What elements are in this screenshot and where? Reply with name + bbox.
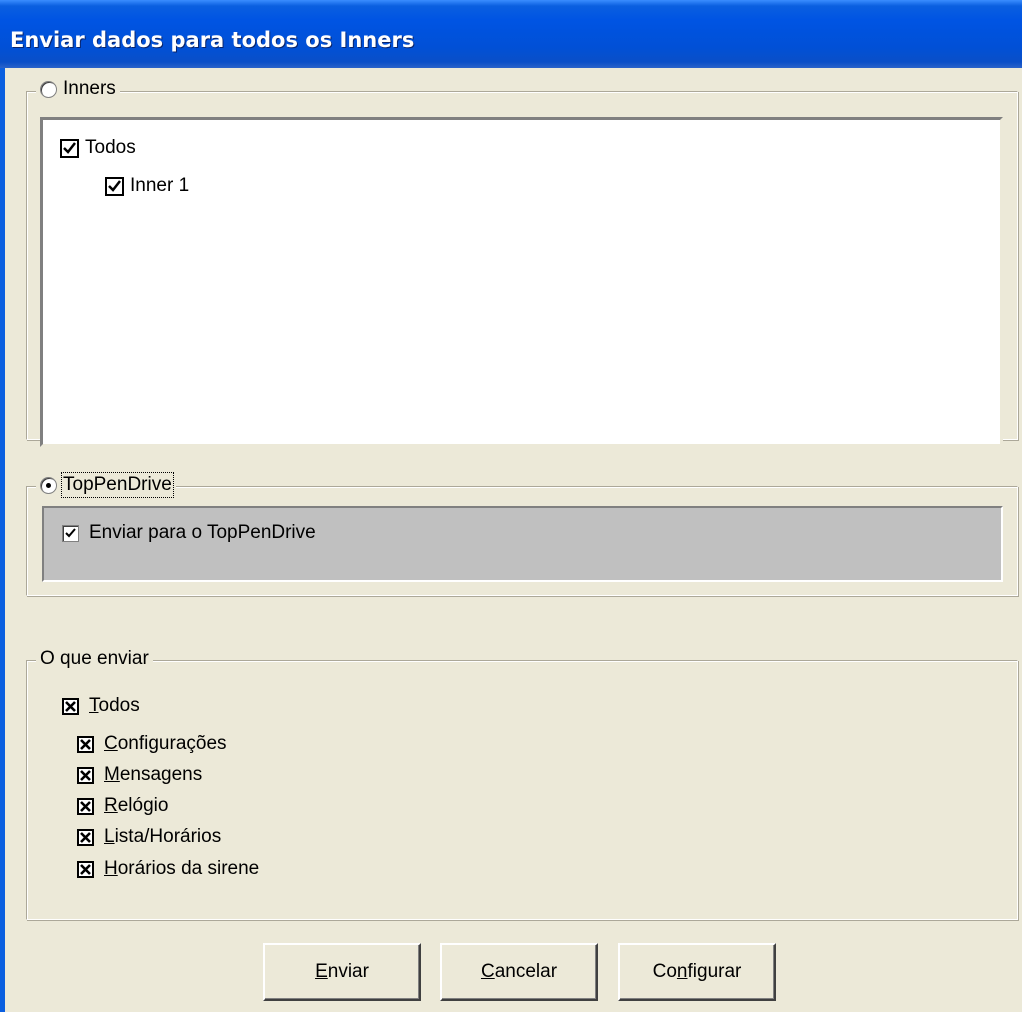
inners-radio-label: Inners — [63, 78, 116, 99]
option-label: Todos — [89, 695, 140, 716]
what-to-send-label: O que enviar — [40, 648, 149, 669]
option-label: Configurações — [104, 733, 227, 754]
tree-item-inner-1[interactable]: Inner 1 — [105, 175, 189, 197]
checkbox-checked-icon[interactable] — [62, 524, 79, 542]
option-horarios-sirene[interactable]: Horários da sirene — [77, 858, 259, 880]
checkbox-x-icon[interactable] — [62, 697, 79, 715]
tree-item-label: Inner 1 — [130, 175, 190, 196]
option-label: Lista/Horários — [104, 826, 222, 847]
what-to-send-group — [26, 660, 1018, 920]
checkbox-x-icon[interactable] — [77, 797, 94, 815]
checkbox-x-icon[interactable] — [77, 860, 94, 878]
tree-item-label: Todos — [85, 137, 136, 158]
checkbox-x-icon[interactable] — [77, 735, 94, 753]
option-label: Horários da sirene — [104, 858, 260, 879]
configure-button[interactable]: Configurar — [618, 943, 776, 1001]
option-todos[interactable]: Todos — [62, 695, 140, 717]
send-to-toppendrive-label: Enviar para o TopPenDrive — [89, 522, 316, 543]
inners-tree[interactable]: Todos Inner 1 — [40, 117, 1003, 447]
toppendrive-radio[interactable]: TopPenDrive — [36, 472, 176, 498]
toppendrive-panel: Enviar para o TopPenDrive — [42, 506, 1003, 582]
radio-selected-dot — [46, 482, 51, 488]
option-lista-horarios[interactable]: Lista/Horários — [77, 826, 221, 848]
window-title: Enviar dados para todos os Inners — [10, 28, 415, 52]
inners-radio-button[interactable] — [40, 80, 57, 98]
option-label: Relógio — [104, 795, 169, 816]
option-label: Mensagens — [104, 764, 203, 785]
cancel-button-label: Cancelar — [480, 961, 558, 982]
what-to-send-legend: O que enviar — [36, 648, 153, 670]
send-button-label: Enviar — [315, 961, 369, 982]
checkbox-x-icon[interactable] — [77, 766, 94, 784]
checkbox-x-icon[interactable] — [77, 828, 94, 846]
option-configuracoes[interactable]: Configurações — [77, 733, 227, 755]
tree-item-todos[interactable]: Todos — [60, 137, 136, 159]
checkbox-checked-icon[interactable] — [60, 138, 79, 158]
title-bar: Enviar dados para todos os Inners — [0, 0, 1022, 68]
configure-button-label: Configurar — [652, 961, 742, 982]
window-left-border — [0, 68, 5, 1012]
inners-radio[interactable]: Inners — [36, 78, 120, 100]
option-relogio[interactable]: Relógio — [77, 795, 168, 817]
send-button[interactable]: Enviar — [263, 943, 421, 1001]
cancel-button[interactable]: Cancelar — [440, 943, 598, 1001]
send-to-toppendrive-checkbox[interactable]: Enviar para o TopPenDrive — [62, 522, 316, 544]
option-mensagens[interactable]: Mensagens — [77, 764, 202, 786]
toppendrive-radio-button[interactable] — [40, 476, 57, 494]
toppendrive-radio-label: TopPenDrive — [61, 472, 174, 498]
checkbox-checked-icon[interactable] — [105, 176, 124, 196]
